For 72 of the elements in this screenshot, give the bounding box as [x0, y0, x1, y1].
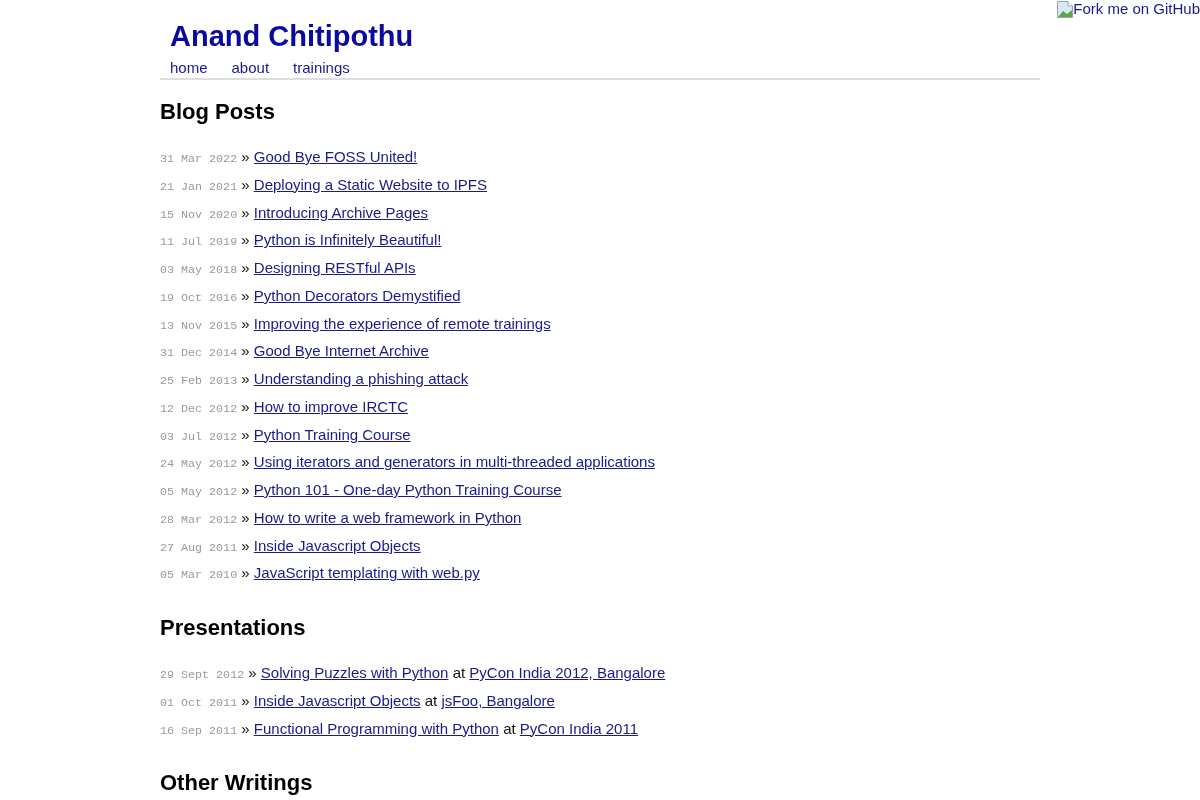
post-link[interactable]: Designing RESTful APIs [253, 259, 416, 276]
site-title-link[interactable]: Anand Chitipothu [170, 20, 414, 52]
post-date: 24 May 2012 [160, 457, 238, 472]
separator-glyph: » [241, 342, 250, 360]
separator-glyph: » [241, 425, 250, 443]
separator-glyph: » [241, 453, 250, 471]
post-link[interactable]: Improving the experience of remote trainings [253, 314, 551, 332]
post-link[interactable]: Inside Javascript Objects [253, 536, 421, 554]
post-link[interactable]: Python 101 - One-day Python Training Course [253, 481, 562, 498]
post-date: 15 Nov 2020 [160, 207, 238, 222]
post-date: 31 Mar 2022 [160, 152, 238, 166]
section-heading: Blog Posts [160, 98, 275, 126]
venue-link[interactable]: PyCon India 2011 [519, 719, 638, 737]
post-link[interactable]: Deploying a Static Website to IPFS [253, 175, 487, 193]
section-heading: Presentations [160, 614, 306, 642]
post-date: 16 Sep 2011 [160, 723, 238, 738]
connector-text: at [424, 691, 438, 709]
talk-link[interactable]: Inside Javascript Objects [253, 691, 421, 709]
post-link[interactable]: Using iterators and generators in multi-threaded applications [253, 453, 655, 471]
post-link[interactable]: Understanding a phishing attack [253, 370, 469, 387]
post-link[interactable]: Python Training Course [253, 425, 411, 443]
separator-glyph: » [241, 259, 250, 276]
post-link[interactable]: JavaScript templating with web.py [253, 564, 480, 582]
separator-glyph: » [241, 231, 250, 249]
nav-link[interactable]: about [231, 58, 270, 78]
post-link[interactable]: Introducing Archive Pages [253, 203, 429, 221]
post-date: 25 Feb 2013 [160, 374, 238, 388]
section-heading: Other Writings [160, 769, 313, 798]
post-date: 29 Sept 2012 [160, 668, 245, 682]
post-date: 27 Aug 2011 [160, 540, 238, 555]
separator-glyph: » [241, 536, 250, 554]
separator-glyph: » [241, 148, 250, 165]
separator-glyph: » [241, 508, 250, 526]
separator-glyph: » [241, 719, 250, 737]
talk-link[interactable]: Functional Programming with Python [253, 719, 499, 737]
separator-glyph: » [241, 370, 250, 387]
post-date: 31 Dec 2014 [160, 346, 238, 361]
post-date: 01 Oct 2011 [160, 695, 238, 710]
post-link[interactable]: Good Bye FOSS United! [253, 148, 418, 165]
separator-glyph: » [241, 397, 250, 415]
post-date: 21 Jan 2021 [160, 179, 238, 194]
separator-glyph: » [241, 691, 250, 709]
post-date: 28 Mar 2012 [160, 512, 238, 527]
venue-link[interactable]: PyCon India 2012, Bangalore [469, 664, 666, 681]
talk-link[interactable]: Solving Puzzles with Python [260, 664, 449, 681]
nav-link[interactable]: trainings [293, 58, 350, 78]
nav-link[interactable]: home [170, 58, 208, 78]
venue-link[interactable]: jsFoo, Bangalore [441, 691, 555, 709]
post-date: 03 May 2018 [160, 263, 238, 277]
post-date: 03 Jul 2012 [160, 429, 238, 444]
separator-glyph: » [241, 314, 250, 332]
connector-text: at [452, 664, 466, 681]
post-link[interactable]: Python is Infinitely Beautiful! [253, 231, 442, 249]
post-link[interactable]: How to improve IRCTC [253, 397, 409, 415]
post-link[interactable]: Good Bye Internet Archive [253, 342, 429, 360]
separator-glyph: » [241, 286, 250, 304]
separator-glyph: » [241, 203, 250, 221]
post-date: 12 Dec 2012 [160, 401, 238, 416]
post-date: 05 Mar 2010 [160, 568, 238, 583]
fork-me-link[interactable]: Fork me on GitHub [1057, 0, 1200, 18]
post-date: 19 Oct 2016 [160, 290, 238, 305]
separator-glyph: » [248, 664, 257, 681]
post-link[interactable]: Python Decorators Demystified [253, 286, 461, 304]
post-date: 11 Jul 2019 [160, 235, 238, 250]
separator-glyph: » [241, 481, 250, 498]
separator-glyph: » [241, 564, 250, 582]
separator-glyph: » [241, 175, 250, 193]
broken-image-icon [1057, 1, 1074, 18]
post-date: 05 May 2012 [160, 485, 238, 499]
post-date: 13 Nov 2015 [160, 318, 238, 333]
connector-text: at [503, 719, 516, 737]
post-link[interactable]: How to write a web framework in Python [253, 508, 522, 526]
